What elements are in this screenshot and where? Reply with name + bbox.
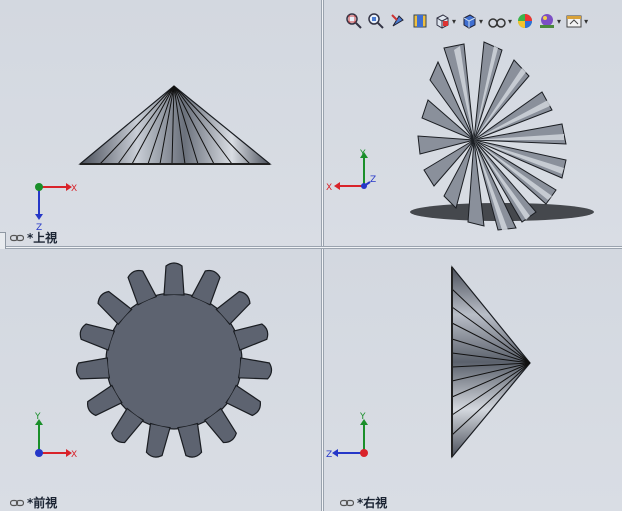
- link-icon: [10, 499, 24, 506]
- view-name-top: *上視: [27, 231, 58, 245]
- view-settings-button[interactable]: ▾: [565, 11, 588, 31]
- axis-x-label: X: [326, 183, 332, 193]
- edit-appearance-button[interactable]: [516, 11, 534, 31]
- axis-triad-top: X Z: [35, 183, 77, 233]
- hide-show-items-icon: [488, 18, 506, 28]
- edit-appearance-icon: [518, 14, 533, 28]
- viewport-right[interactable]: Y Z *右視: [324, 249, 622, 511]
- right-view-model: [451, 265, 531, 459]
- view-orientation-icon: [436, 14, 449, 29]
- zoom-to-fit-icon: [346, 13, 362, 29]
- view-name-front: *前視: [27, 496, 58, 510]
- viewport-isometric[interactable]: Y X Z: [324, 0, 622, 246]
- front-view-model: [75, 262, 273, 458]
- previous-view-icon: [391, 14, 404, 27]
- view-label-front[interactable]: *前視: [10, 494, 57, 511]
- axis-x-label: X: [71, 184, 77, 194]
- axis-z-label: Z: [370, 175, 376, 185]
- axis-y-label: Y: [359, 149, 366, 159]
- previous-view-button[interactable]: [389, 11, 407, 31]
- zoom-to-area-icon: [368, 13, 384, 29]
- zoom-to-fit-button[interactable]: [345, 11, 363, 31]
- view-name-right: *右視: [357, 496, 388, 510]
- view-orientation-button[interactable]: ▾: [433, 11, 456, 31]
- view-label-top[interactable]: *上視: [10, 229, 57, 246]
- heads-up-view-toolbar: ▾ ▾ ▾ ▾ ▾: [345, 10, 588, 32]
- zoom-to-area-button[interactable]: [367, 11, 385, 31]
- view-settings-icon: [566, 15, 582, 28]
- graphics-area[interactable]: X Z *上視 Y X Z ▾ ▾ ▾ ▾ ▾ Y X *前視 Y Z *右視: [0, 0, 622, 511]
- isometric-view-model: [410, 41, 594, 231]
- axis-triad-right: Y Z: [326, 412, 368, 460]
- hide-show-items-button[interactable]: ▾: [487, 11, 512, 31]
- axis-y-label: Y: [34, 412, 41, 422]
- axis-y-label: Y: [359, 412, 366, 422]
- axis-x-label: X: [71, 450, 77, 460]
- display-style-button[interactable]: ▾: [460, 11, 483, 31]
- apply-scene-button[interactable]: ▾: [538, 11, 561, 31]
- axis-triad-front: Y X: [34, 412, 77, 460]
- axis-z-label: Z: [326, 450, 332, 460]
- link-icon: [340, 499, 354, 506]
- section-view-button[interactable]: [411, 11, 429, 31]
- display-style-icon: [463, 14, 476, 29]
- link-icon: [10, 234, 24, 241]
- viewport-front[interactable]: Y X *前視: [0, 249, 321, 511]
- view-label-right[interactable]: *右視: [340, 494, 387, 511]
- axis-triad-isometric: Y X Z: [326, 149, 376, 193]
- viewport-top[interactable]: X Z *上視: [0, 0, 321, 246]
- apply-scene-icon: [540, 14, 555, 28]
- section-view-icon: [413, 14, 427, 28]
